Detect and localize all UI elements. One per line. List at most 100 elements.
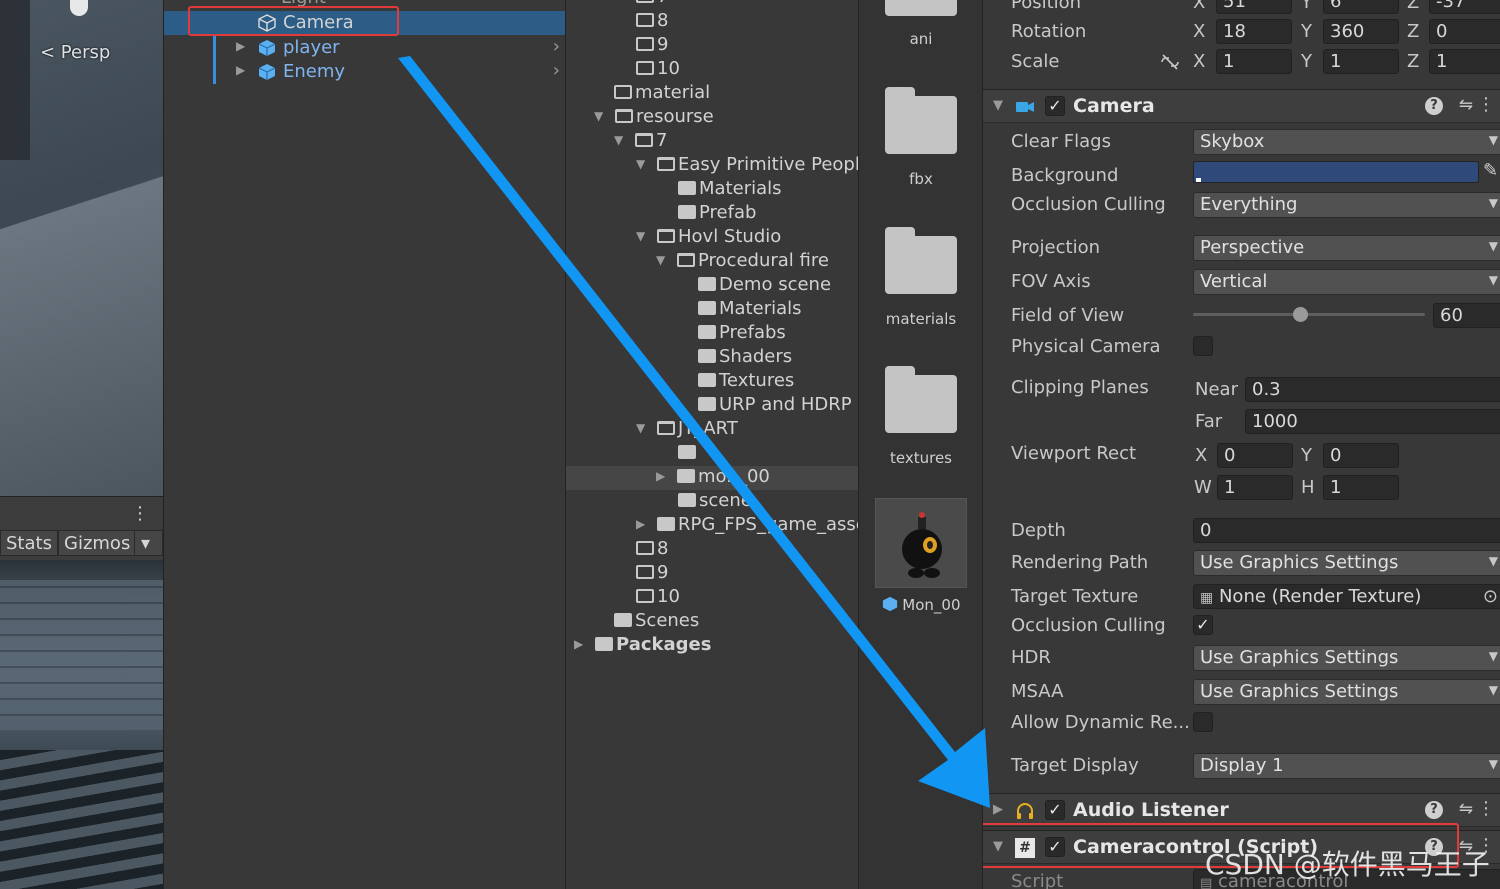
scene-view[interactable]: < Persp [0,0,163,496]
scale-x-field[interactable]: 1 [1216,49,1292,74]
collapse-arrow-icon[interactable]: ▼ [993,98,1003,113]
project-folder-row[interactable]: scene [566,490,859,514]
project-folder-row[interactable]: 10 [566,58,859,82]
expanded-arrow-icon[interactable]: ▼ [656,253,677,267]
project-folder-row[interactable]: Scenes [566,610,859,634]
expanded-arrow-icon[interactable]: ▼ [614,133,635,147]
project-folder-row[interactable]: ▼ resourse [566,106,859,130]
expanded-arrow-icon[interactable]: ▼ [636,229,657,243]
camera-component-header[interactable]: ▼ ✓ Camera ? ⇋ ⋮ [983,89,1500,123]
msaa-dropdown[interactable]: Use Graphics Settings ▼ [1193,679,1500,705]
component-menu-icon[interactable]: ⋮ [1477,798,1495,819]
object-picker-icon[interactable]: ⊙ [1483,586,1498,607]
project-folder-row[interactable]: ▼ Easy Primitive People [566,154,871,178]
camera-enabled-checkbox[interactable]: ✓ [1045,96,1065,116]
project-folder-row[interactable]: 8 [566,10,859,34]
collapsed-arrow-icon[interactable]: ▶ [656,469,677,483]
expand-arrow-icon[interactable]: ▶ [236,63,245,77]
project-folder-row[interactable]: ▼ JT_ART [566,418,859,442]
rotation-z-field[interactable]: 0 [1429,19,1500,44]
scale-y-field[interactable]: 1 [1323,49,1399,74]
scale-z-field[interactable]: 1 [1429,49,1500,74]
help-icon[interactable]: ? [1425,97,1443,115]
gizmos-button[interactable]: Gizmos [58,530,137,556]
expanded-arrow-icon[interactable]: ▼ [636,421,657,435]
audio-listener-header[interactable]: ▶ ✓ Audio Listener ? ⇋ ⋮ [983,793,1500,827]
collapse-arrow-icon[interactable]: ▶ [993,802,1003,817]
gizmos-dropdown-icon[interactable]: ▾ [134,530,163,556]
project-folder-row[interactable]: ▶ Packages [566,634,859,658]
rendering-path-dropdown[interactable]: Use Graphics Settings ▼ [1193,550,1500,576]
project-folder-row[interactable]: 7 [566,0,859,10]
far-field[interactable]: 1000 [1245,409,1500,434]
project-folder-row[interactable]: Prefab [566,202,859,226]
viewport-h-field[interactable]: 1 [1323,475,1399,500]
asset-prefab-mon00[interactable]: Mon_00 [859,498,983,614]
expand-arrow-icon[interactable]: ▶ [236,39,245,53]
fov-slider-track[interactable] [1193,307,1425,322]
occlusion-culling-checkbox[interactable]: ✓ [1193,615,1213,635]
position-y-field[interactable]: 6 [1323,0,1399,14]
project-folder-row[interactable]: Textures [566,370,859,394]
hdr-dropdown[interactable]: Use Graphics Settings ▼ [1193,645,1500,671]
game-menu-icon[interactable]: ⋮ [131,503,149,524]
rotation-y-field[interactable]: 360 [1323,19,1399,44]
rotation-x-field[interactable]: 18 [1216,19,1292,44]
project-folder-row[interactable] [566,442,859,466]
fov-field[interactable]: 60 [1433,303,1500,328]
viewport-x-field[interactable]: 0 [1217,443,1293,468]
help-icon[interactable]: ? [1425,801,1443,819]
expanded-arrow-icon[interactable]: ▼ [636,157,657,171]
project-folder-row[interactable]: ▼ 7 [566,130,859,154]
expanded-arrow-icon[interactable]: ▼ [594,109,615,123]
asset-folder-fbx[interactable]: fbx [859,87,983,188]
project-folder-row[interactable]: Prefabs [566,322,859,346]
collapsed-arrow-icon[interactable]: ▶ [636,517,657,531]
project-folder-row[interactable]: ▶ mon_00 [566,466,859,490]
eyedropper-icon[interactable]: ✎ [1483,160,1498,181]
audio-listener-checkbox[interactable]: ✓ [1045,800,1065,820]
fov-slider-thumb[interactable] [1292,307,1308,322]
project-folder-row[interactable]: material [566,82,859,106]
stats-button[interactable]: Stats [0,530,58,556]
game-view[interactable] [0,560,163,889]
fov-axis-dropdown[interactable]: Vertical ▼ [1193,269,1500,295]
hierarchy-item-player[interactable]: ▶ player › [164,36,566,60]
target-texture-field[interactable]: ▦ None (Render Texture) ⊙ [1193,584,1500,609]
project-folder-row[interactable]: ▼ Procedural fire [566,250,859,274]
position-x-field[interactable]: 51 [1216,0,1292,14]
background-color-field[interactable] [1193,161,1479,183]
project-folder-row[interactable]: Shaders [566,346,859,370]
chevron-right-icon[interactable]: › [553,36,560,57]
asset-folder-textures[interactable]: textures [859,366,983,467]
scene-gizmo[interactable] [70,0,88,16]
persp-toggle[interactable]: < Persp [40,42,110,63]
project-folder-row[interactable]: 9 [566,34,859,58]
hierarchy-item-enemy[interactable]: ▶ Enemy › [164,60,566,84]
project-folder-row[interactable]: Materials [566,298,859,322]
project-folder-row[interactable]: ▼ Hovl Studio [566,226,859,250]
project-folder-row[interactable]: 9 [566,562,859,586]
component-menu-icon[interactable]: ⋮ [1477,94,1495,115]
position-z-field[interactable]: -37 [1429,0,1500,14]
project-folder-row[interactable]: ▶ RPG_FPS_game_assets [566,514,883,538]
chevron-right-icon[interactable]: › [553,60,560,81]
collapsed-arrow-icon[interactable]: ▶ [574,637,595,651]
unlink-scale-icon[interactable] [1159,53,1181,71]
near-field[interactable]: 0.3 [1245,377,1500,402]
physical-camera-checkbox[interactable] [1193,336,1213,356]
culling-mask-dropdown[interactable]: Everything ▼ [1193,192,1500,218]
project-folder-row[interactable]: 8 [566,538,859,562]
asset-folder-ani[interactable]: ani [859,0,983,48]
target-display-dropdown[interactable]: Display 1 ▼ [1193,753,1500,779]
dynamic-resolution-checkbox[interactable] [1193,712,1213,732]
clear-flags-dropdown[interactable]: Skybox ▼ [1193,129,1500,155]
project-folder-row[interactable]: Demo scene [566,274,859,298]
preset-icon[interactable]: ⇋ [1459,95,1473,115]
viewport-w-field[interactable]: 1 [1217,475,1293,500]
preset-icon[interactable]: ⇋ [1459,799,1473,819]
asset-folder-materials[interactable]: materials [859,227,983,328]
project-folder-row[interactable]: Materials [566,178,859,202]
project-folder-row[interactable]: 10 [566,586,859,610]
viewport-y-field[interactable]: 0 [1323,443,1399,468]
